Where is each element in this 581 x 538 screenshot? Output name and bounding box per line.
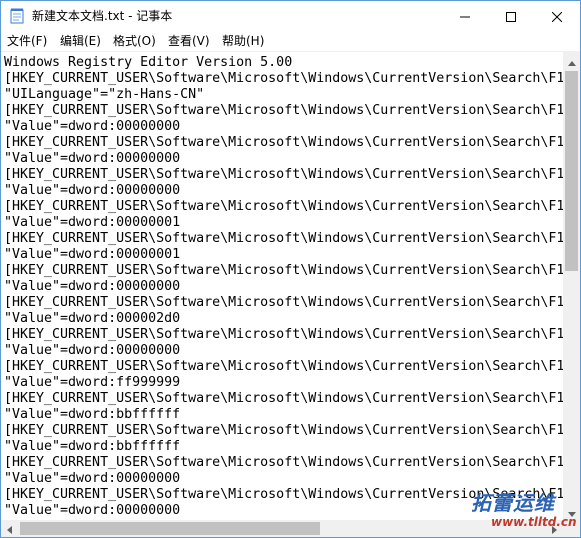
minimize-button[interactable]	[442, 1, 488, 31]
text-line: [HKEY_CURRENT_USER\Software\Microsoft\Wi…	[4, 103, 563, 118]
notepad-icon	[10, 8, 24, 24]
text-line: [HKEY_CURRENT_USER\Software\Microsoft\Wi…	[4, 167, 563, 182]
text-line: [HKEY_CURRENT_USER\Software\Microsoft\Wi…	[4, 263, 563, 278]
menu-file[interactable]: 文件(F)	[7, 33, 47, 49]
text-line: [HKEY_CURRENT_USER\Software\Microsoft\Wi…	[4, 71, 563, 86]
close-button[interactable]	[534, 1, 580, 31]
text-line: [HKEY_CURRENT_USER\Software\Microsoft\Wi…	[4, 327, 563, 342]
scroll-up-icon	[567, 51, 576, 70]
text-editor[interactable]: Windows Registry Editor Version 5.00 [HKE…	[1, 52, 563, 520]
menu-help[interactable]: 帮助(H)	[222, 33, 264, 49]
text-line: "Value"=dword:00000000	[4, 119, 181, 134]
text-line: [HKEY_CURRENT_USER\Software\Microsoft\Wi…	[4, 455, 563, 470]
text-line: [HKEY_CURRENT_USER\Software\Microsoft\Wi…	[4, 199, 563, 214]
window-title: 新建文本文档.txt - 记事本	[32, 9, 173, 23]
text-line: "Value"=dword:00000000	[4, 343, 181, 358]
maximize-icon	[506, 7, 516, 26]
watermark-brand: 拓蕾运维	[471, 491, 555, 515]
watermark-url: www.tlltd.cn	[491, 515, 577, 529]
notepad-window: 新建文本文档.txt - 记事本 文件(F) 编辑(E) 格式(O) 查看(V)…	[0, 0, 581, 538]
text-line: "Value"=dword:000002d0	[4, 311, 181, 326]
menu-format[interactable]: 格式(O)	[113, 33, 156, 49]
text-line: "Value"=dword:00000000	[4, 183, 181, 198]
text-line: [HKEY_CURRENT_USER\Software\Microsoft\Wi…	[4, 423, 563, 438]
text-line: Windows Registry Editor Version 5.00	[4, 55, 293, 70]
scroll-left-icon	[7, 519, 12, 537]
text-line: "Value"=dword:00000000	[4, 151, 181, 166]
editor-content: Windows Registry Editor Version 5.00 [HKE…	[4, 55, 563, 519]
menu-bar: 文件(F) 编辑(E) 格式(O) 查看(V) 帮助(H)	[1, 31, 580, 52]
text-line: [HKEY_CURRENT_USER\Software\Microsoft\Wi…	[4, 135, 563, 150]
text-line: "Value"=dword:00000000	[4, 279, 181, 294]
text-line: "Value"=dword:00000001	[4, 215, 181, 230]
text-line: "Value"=dword:bbffffff	[4, 439, 181, 454]
scroll-up-button[interactable]	[563, 52, 580, 69]
menu-view[interactable]: 查看(V)	[168, 33, 210, 49]
text-line: [HKEY_CURRENT_USER\Software\Microsoft\Wi…	[4, 295, 563, 310]
text-line: "Value"=dword:bbffffff	[4, 407, 181, 422]
text-line: "Value"=dword:00000001	[4, 247, 181, 262]
text-line: [HKEY_CURRENT_USER\Software\Microsoft\Wi…	[4, 231, 563, 246]
vertical-scrollbar[interactable]	[563, 52, 580, 520]
maximize-button[interactable]	[488, 1, 534, 31]
scroll-left-button[interactable]	[1, 520, 18, 537]
minimize-icon	[460, 7, 470, 26]
menu-edit[interactable]: 编辑(E)	[60, 33, 101, 49]
text-line: "Value"=dword:ff999999	[4, 375, 181, 390]
horizontal-scroll-thumb[interactable]	[20, 522, 320, 535]
watermark-logo: 拓蕾运维 www.tlltd.cn	[441, 479, 580, 537]
text-line: [HKEY_CURRENT_USER\Software\Microsoft\Wi…	[4, 359, 563, 374]
close-icon	[551, 7, 563, 26]
text-line: "UILanguage"="zh-Hans-CN"	[4, 87, 205, 102]
text-line: [HKEY_CURRENT_USER\Software\Microsoft\Wi…	[4, 391, 563, 406]
title-bar[interactable]: 新建文本文档.txt - 记事本	[1, 1, 580, 31]
vertical-scroll-thumb[interactable]	[565, 71, 578, 271]
